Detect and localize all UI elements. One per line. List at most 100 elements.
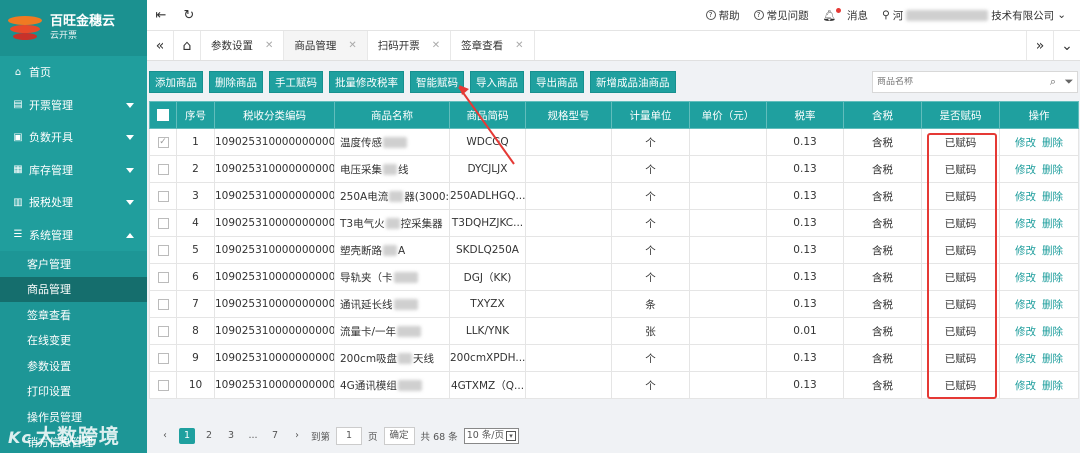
close-icon[interactable]: ✕	[348, 40, 356, 51]
goto-confirm-button[interactable]: 确定	[383, 427, 415, 445]
toolbar-button[interactable]: 删除商品	[209, 71, 263, 93]
delete-link[interactable]: 删除	[1042, 137, 1063, 149]
edit-link[interactable]: 修改	[1015, 245, 1036, 257]
page-number[interactable]: 7	[267, 428, 283, 444]
table-row[interactable]: 7 1090253100000000000 通讯延长线 TXYZX 条 0.13 含税 已赋码…	[149, 290, 1079, 318]
home-tab-icon[interactable]: ⌂	[174, 31, 201, 60]
delete-link[interactable]: 删除	[1042, 299, 1063, 311]
sidebar-item-inventory[interactable]: ▦ 库存管理	[0, 154, 147, 187]
row-checkbox-cell[interactable]	[149, 371, 177, 399]
toolbar-button[interactable]: 手工赋码	[269, 71, 323, 93]
user-menu[interactable]: ⚲ 河 技术有限公司 ⌄	[882, 8, 1066, 23]
edit-link[interactable]: 修改	[1015, 164, 1036, 176]
delete-link[interactable]: 删除	[1042, 353, 1063, 365]
help-link[interactable]: ? 帮助	[705, 8, 740, 23]
table-row[interactable]: ✓ 1 1090253100000000000 温度传感 WDCGQ 个 0.13 含税 已赋码…	[149, 128, 1079, 156]
brand[interactable]: 百旺金穗云 云开票	[0, 0, 147, 56]
menu-collapse-icon[interactable]: ⇤	[147, 8, 175, 23]
delete-link[interactable]: 删除	[1042, 191, 1063, 203]
toolbar-button[interactable]: 导入商品	[470, 71, 524, 93]
tab-scroll-left-icon[interactable]: «	[147, 31, 174, 60]
delete-link[interactable]: 删除	[1042, 380, 1063, 392]
search-icon[interactable]: ⌕	[1045, 75, 1061, 89]
row-checkbox[interactable]	[157, 190, 169, 202]
row-checkbox[interactable]	[157, 298, 169, 310]
row-checkbox[interactable]	[157, 352, 169, 364]
toolbar-button[interactable]: 添加商品	[149, 71, 203, 93]
table-row[interactable]: 31090253100000000000250A电流器(3000:1)250AD…	[149, 182, 1079, 210]
faq-link[interactable]: ? 常见问题	[753, 8, 809, 23]
submenu-item[interactable]: 参数设置	[0, 353, 147, 379]
delete-link[interactable]: 删除	[1042, 272, 1063, 284]
close-icon[interactable]: ✕	[515, 40, 523, 51]
page-size-select[interactable]: 10 条/页 ▾	[463, 428, 519, 444]
table-row[interactable]: 6 1090253100000000000 导轨夹（卡 DGJ（KK) 个 0.13 含税已…	[149, 263, 1079, 291]
page-number[interactable]: 1	[179, 428, 195, 444]
messages-link[interactable]: 🔔︎ 消息	[823, 7, 868, 23]
tab-item[interactable]: 扫码开票 ✕	[368, 31, 452, 60]
submenu-item[interactable]: 打印设置	[0, 379, 147, 405]
sidebar-item-invoice[interactable]: ▤ 开票管理	[0, 89, 147, 122]
edit-link[interactable]: 修改	[1015, 353, 1036, 365]
row-checkbox[interactable]	[157, 271, 169, 283]
tab-scroll-right-icon[interactable]: »	[1026, 31, 1053, 60]
row-checkbox-cell[interactable]	[149, 344, 177, 372]
edit-link[interactable]: 修改	[1015, 191, 1036, 203]
edit-link[interactable]: 修改	[1015, 380, 1036, 392]
table-row[interactable]: 4 1090253100000000000 T3电气火 控采集器 T3DQHZJKC..…	[149, 209, 1079, 237]
row-checkbox[interactable]: ✓	[157, 136, 169, 148]
tab-item[interactable]: 参数设置 ✕	[201, 31, 285, 60]
row-checkbox[interactable]	[157, 325, 169, 337]
edit-link[interactable]: 修改	[1015, 272, 1036, 284]
toolbar-button[interactable]: 新增成品油商品	[590, 71, 676, 93]
delete-link[interactable]: 删除	[1042, 164, 1063, 176]
tab-item[interactable]: 商品管理 ✕	[284, 31, 368, 60]
select-all-checkbox[interactable]	[149, 101, 177, 129]
row-checkbox-cell[interactable]	[149, 155, 177, 183]
page-number[interactable]: 2	[201, 428, 217, 444]
tab-item[interactable]: 签章查看 ✕	[451, 31, 535, 60]
delete-link[interactable]: 删除	[1042, 218, 1063, 230]
delete-link[interactable]: 删除	[1042, 245, 1063, 257]
page-number[interactable]: 3	[223, 428, 239, 444]
table-row[interactable]: 2 1090253100000000000 电压采集线 DYCJLJX 个 0.13 含税已…	[149, 155, 1079, 183]
row-checkbox[interactable]	[157, 244, 169, 256]
row-checkbox-cell[interactable]	[149, 263, 177, 291]
delete-link[interactable]: 删除	[1042, 326, 1063, 338]
row-checkbox[interactable]	[157, 379, 169, 391]
toolbar-button[interactable]: 导出商品	[530, 71, 584, 93]
filter-icon[interactable]: ⏷	[1061, 75, 1077, 89]
sidebar-item-home[interactable]: ⌂ 首页	[0, 56, 147, 89]
search-box[interactable]: ⌕ ⏷	[872, 71, 1078, 93]
row-checkbox-cell[interactable]	[149, 182, 177, 210]
edit-link[interactable]: 修改	[1015, 299, 1036, 311]
row-checkbox-cell[interactable]	[149, 209, 177, 237]
prev-page-icon[interactable]: ‹	[157, 428, 173, 444]
row-checkbox-cell[interactable]	[149, 290, 177, 318]
table-row[interactable]: 5 1090253100000000000 塑壳断路 A SKDLQ250A 个 0.13 含…	[149, 236, 1079, 264]
submenu-item[interactable]: 在线变更	[0, 328, 147, 354]
close-icon[interactable]: ✕	[432, 40, 440, 51]
edit-link[interactable]: 修改	[1015, 326, 1036, 338]
table-row[interactable]: 9 1090253100000000000 200cm吸盘 天线 200cmXPDH..…	[149, 344, 1079, 372]
search-input[interactable]	[877, 77, 1045, 87]
close-icon[interactable]: ✕	[265, 40, 273, 51]
submenu-item[interactable]: 客户管理	[0, 251, 147, 277]
goto-page-input[interactable]: 1	[336, 427, 363, 445]
submenu-item[interactable]: 签章查看	[0, 302, 147, 328]
sidebar-item-settings[interactable]: ☰ 系统管理	[0, 219, 147, 252]
row-checkbox[interactable]	[157, 217, 169, 229]
table-row[interactable]: 8 1090253100000000000 流量卡/一年 LLK/YNK 张 0.01 含税…	[149, 317, 1079, 345]
row-checkbox-cell[interactable]	[149, 236, 177, 264]
refresh-icon[interactable]: ↻	[175, 8, 203, 23]
row-checkbox[interactable]	[157, 163, 169, 175]
sidebar-item-negative[interactable]: ▣ 负数开具	[0, 121, 147, 154]
toolbar-button[interactable]: 智能赋码	[410, 71, 464, 93]
sidebar-item-tax-report[interactable]: ▥ 报税处理	[0, 186, 147, 219]
row-checkbox-cell[interactable]: ✓	[149, 128, 177, 156]
edit-link[interactable]: 修改	[1015, 218, 1036, 230]
table-row[interactable]: 10 1090253100000000000 4G通讯模组 4GTXMZ（Q... 个 0…	[149, 371, 1079, 399]
tab-options-icon[interactable]: ⌄	[1053, 31, 1080, 60]
edit-link[interactable]: 修改	[1015, 137, 1036, 149]
next-page-icon[interactable]: ›	[289, 428, 305, 444]
